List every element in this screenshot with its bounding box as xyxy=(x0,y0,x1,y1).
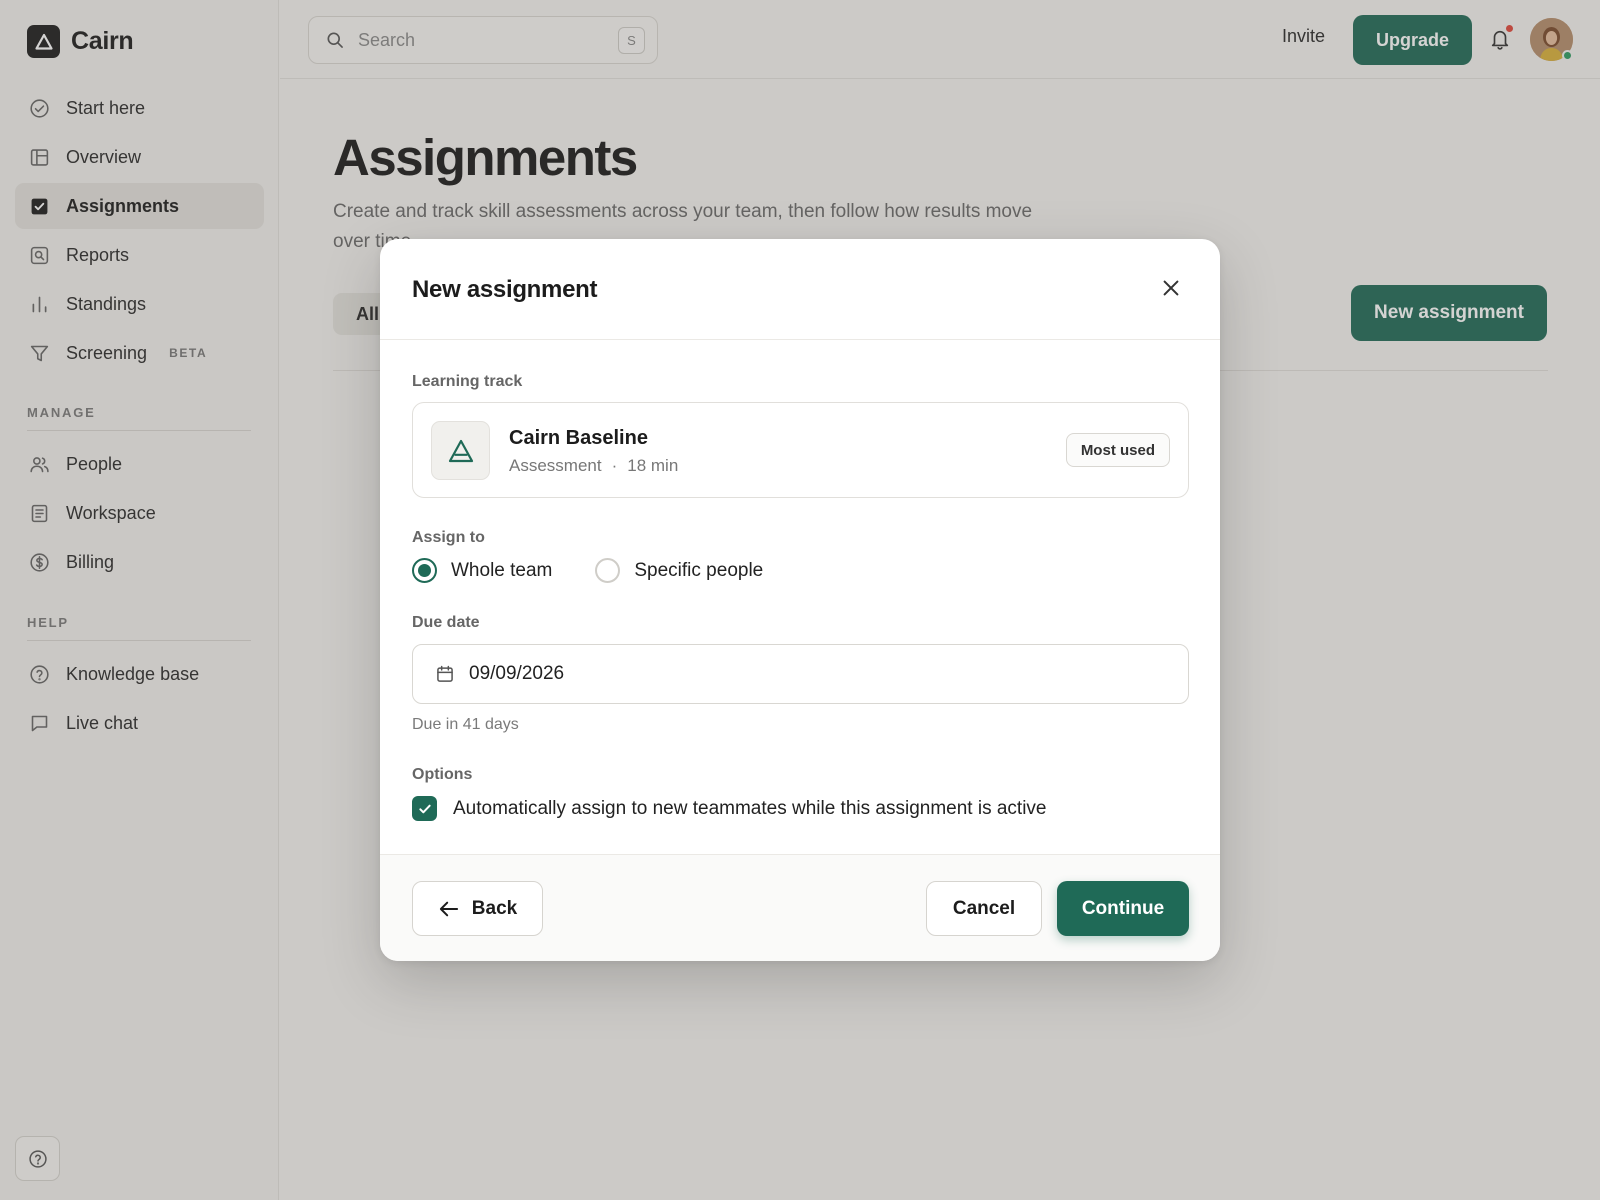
continue-button[interactable]: Continue xyxy=(1057,881,1189,936)
due-date-label: Due date xyxy=(412,614,480,631)
track-duration: 18 min xyxy=(627,456,679,475)
radio-option-specific-people[interactable]: Specific people xyxy=(595,558,763,583)
radio-label: Whole team xyxy=(451,559,553,581)
dialog-title: New assignment xyxy=(412,276,598,303)
new-assignment-dialog: New assignment Learning track Cairn Base… xyxy=(380,239,1220,961)
back-label: Back xyxy=(471,897,518,919)
track-meta: Assessment · 18 min xyxy=(509,456,678,476)
options-label: Options xyxy=(412,766,473,783)
track-logo-icon xyxy=(431,421,490,480)
back-button[interactable]: Back xyxy=(412,881,543,936)
track-name: Cairn Baseline xyxy=(509,427,648,449)
due-date-hint: Due in 41 days xyxy=(412,716,519,733)
close-icon xyxy=(1160,277,1182,299)
due-date-value: 09/09/2026 xyxy=(469,663,565,684)
dialog-footer: Back Cancel Continue xyxy=(380,854,1220,961)
due-date-input[interactable]: 09/09/2026 xyxy=(412,644,1189,704)
auto-assign-checkbox[interactable] xyxy=(412,796,437,821)
assign-to-radio-group: Whole team Specific people xyxy=(412,558,806,583)
assign-to-label: Assign to xyxy=(412,529,485,546)
close-button[interactable] xyxy=(1158,275,1184,301)
radio-whole-team[interactable] xyxy=(412,558,437,583)
learning-track-card[interactable]: Cairn Baseline Assessment · 18 min Most … xyxy=(412,402,1189,498)
dialog-header: New assignment xyxy=(380,239,1220,340)
most-used-badge: Most used xyxy=(1065,433,1170,467)
arrow-left-icon xyxy=(438,900,460,918)
learning-track-label: Learning track xyxy=(412,373,523,390)
checkmark-icon xyxy=(418,804,431,813)
cancel-button[interactable]: Cancel xyxy=(926,881,1042,936)
radio-label: Specific people xyxy=(634,559,764,581)
auto-assign-label: Automatically assign to new teammates wh… xyxy=(453,797,1047,819)
meta-separator: · xyxy=(611,456,618,475)
radio-specific-people[interactable] xyxy=(595,558,621,583)
track-type: Assessment xyxy=(509,456,602,475)
auto-assign-option[interactable]: Automatically assign to new teammates wh… xyxy=(412,796,1046,821)
radio-option-whole-team[interactable]: Whole team xyxy=(412,558,552,583)
calendar-icon xyxy=(435,664,455,684)
